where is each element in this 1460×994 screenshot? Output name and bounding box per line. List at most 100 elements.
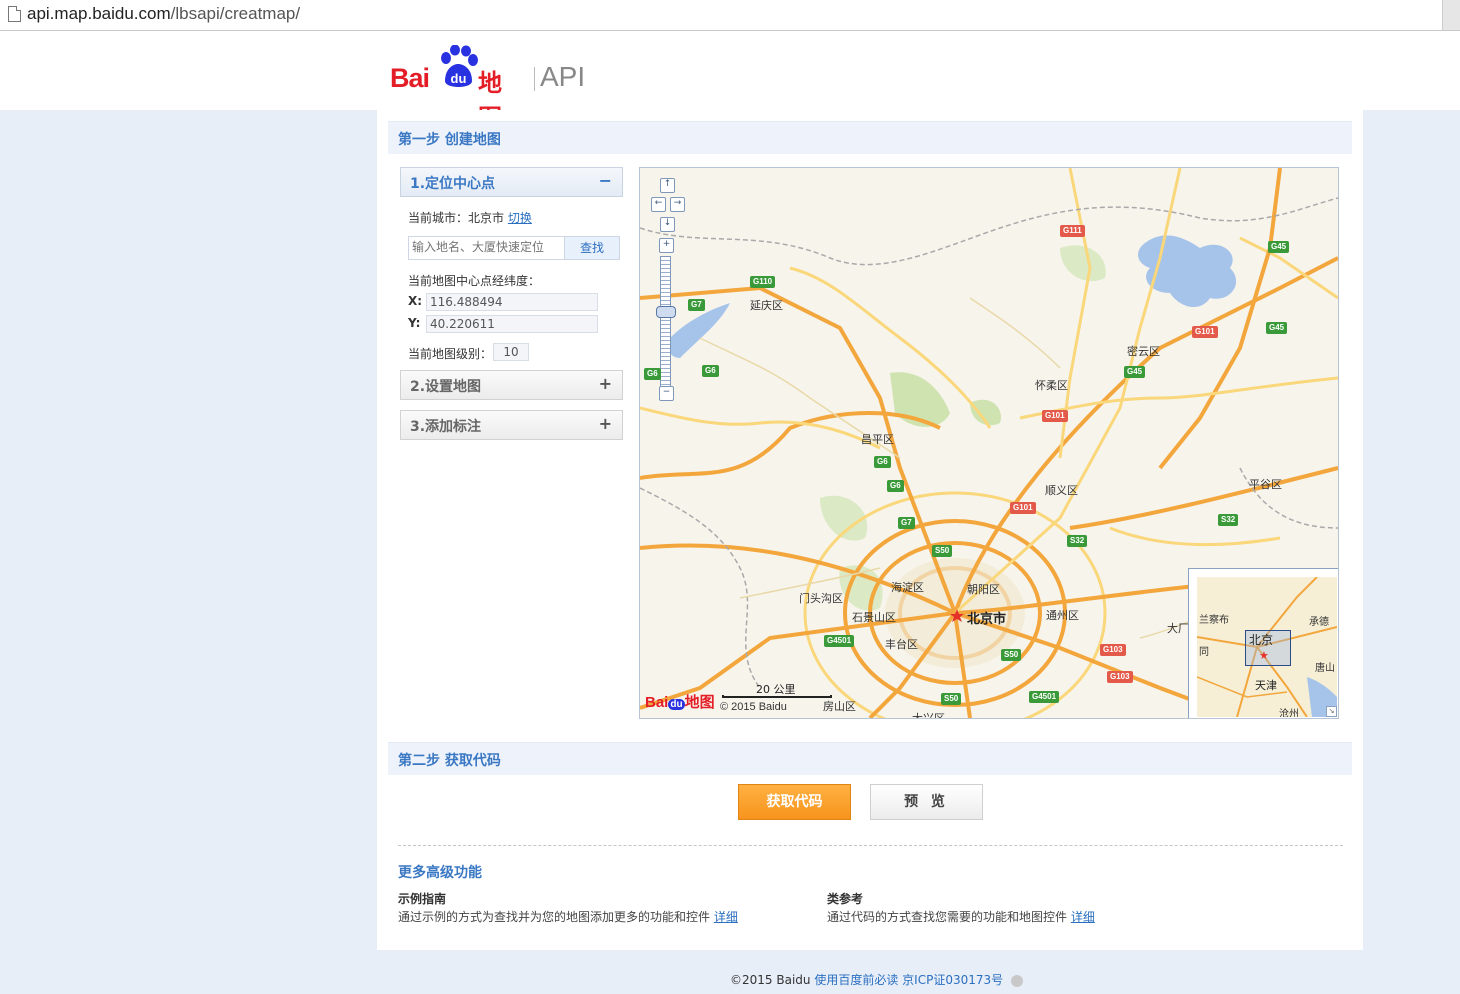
x-coordinate-field[interactable]: 116.488494 (426, 293, 598, 311)
search-button[interactable]: 查找 (564, 237, 619, 259)
guide-description: 通过示例的方式为查找并为您的地图添加更多的功能和控件 详细 (398, 908, 738, 925)
y-coordinate-field[interactable]: 40.220611 (426, 315, 598, 333)
overview-label: 同 (1199, 647, 1209, 658)
step2-title: 第二步 获取代码 (398, 753, 501, 769)
page-icon (8, 6, 21, 22)
map-logo-bai: Bai (645, 694, 669, 711)
scrollbar[interactable] (1442, 0, 1460, 30)
capital-star-icon: ★ (1259, 649, 1269, 662)
place-label: 石景山区 (852, 611, 896, 624)
expand-icon[interactable]: + (599, 414, 612, 433)
place-label: 密云区 (1127, 345, 1160, 358)
step1-bar: 第一步 创建地图 (388, 121, 1352, 154)
place-label: 平谷区 (1249, 478, 1282, 491)
place-label: 大兴区 (912, 712, 945, 719)
place-search: 查找 (408, 236, 620, 260)
road-shield: G101 (1010, 502, 1036, 514)
pan-left-button[interactable]: ← (651, 197, 666, 212)
zoom-slider-thumb[interactable] (656, 306, 676, 318)
place-label: 怀柔区 (1035, 379, 1068, 392)
url-text[interactable]: api.map.baidu.com/lbsapi/creatmap/ (27, 4, 300, 24)
pan-up-button[interactable]: ↑ (660, 178, 675, 193)
center-coords-label: 当前地图中心点经纬度： (408, 274, 541, 288)
map-scale: 20 公里 (722, 683, 832, 700)
place-label: 顺义区 (1045, 484, 1078, 497)
road-shield: G110 (750, 276, 776, 288)
paw-icon: du (441, 45, 478, 87)
page-footer: ©2015 Baidu 使用百度前必读 京ICP证030173号 (730, 971, 1023, 988)
road-shield: G101 (1192, 326, 1218, 338)
reference-title: 类参考 (827, 892, 864, 906)
road-shield: S50 (941, 693, 962, 705)
road-shield: G7 (898, 517, 915, 529)
road-shield: G6 (874, 456, 891, 468)
road-shield: G6 (702, 365, 719, 377)
logo-api: API (540, 61, 586, 92)
road-shield: S50 (1001, 649, 1022, 661)
place-label: 丰台区 (885, 638, 918, 651)
place-search-input[interactable] (410, 238, 562, 256)
get-code-button[interactable]: 获取代码 (738, 784, 851, 820)
road-shield: G103 (1100, 644, 1126, 656)
settings-sidebar: 1.定位中心点 − 当前城市：北京市 切换 查找 当前地图中心点经纬度： X: … (400, 167, 623, 440)
road-shield: G45 (1124, 366, 1146, 378)
road-shield: G4501 (1029, 691, 1060, 703)
switch-city-link[interactable]: 切换 (508, 211, 532, 225)
footer-copyright: ©2015 Baidu (730, 973, 811, 987)
reference-detail-link[interactable]: 详细 (1071, 910, 1095, 924)
zoom-level-label: 当前地图级别： (408, 347, 493, 361)
pan-right-button[interactable]: → (670, 197, 685, 212)
reference-description: 通过代码的方式查找您需要的功能和地图控件 详细 (827, 908, 1095, 925)
road-shield: S32 (1218, 514, 1239, 526)
expand-icon[interactable]: + (599, 374, 612, 393)
road-shield: G103 (1107, 671, 1133, 683)
url-path: /lbsapi/creatmap/ (170, 4, 301, 23)
reference-desc-text: 通过代码的方式查找您需要的功能和地图控件 (827, 910, 1068, 924)
place-label: 大厂 (1167, 622, 1189, 635)
map-canvas[interactable]: ↑ ← → ↓ + − G111 G45 G110 G7 G101 G45 G6… (639, 167, 1339, 719)
accordion-map-settings[interactable]: 2.设置地图 + (400, 370, 623, 400)
must-read-link[interactable]: 使用百度前必读 (814, 973, 898, 987)
overview-label: 北京 (1249, 633, 1274, 647)
road-shield: G101 (1042, 410, 1068, 422)
city-label-beijing: 北京市 (967, 612, 1007, 627)
zoom-slider-track[interactable] (660, 256, 671, 388)
preview-button[interactable]: 预 览 (870, 784, 983, 820)
map-copyright: © 2015 Baidu (720, 701, 787, 713)
logo-du: du (451, 71, 467, 86)
guide-detail-link[interactable]: 详细 (714, 910, 738, 924)
zoom-out-button[interactable]: − (659, 386, 674, 401)
overview-label: 沧州 (1279, 709, 1299, 717)
accordion-locate-label: 1.定位中心点 (410, 176, 496, 192)
place-label: 门头沟区 (799, 592, 843, 605)
browser-address-bar[interactable]: api.map.baidu.com/lbsapi/creatmap/ (0, 0, 1460, 31)
guide-title: 示例指南 (398, 892, 447, 906)
x-label: X: (408, 294, 423, 308)
road-shield: G6 (887, 480, 904, 492)
zoom-level-field[interactable]: 10 (493, 343, 529, 361)
place-label: 昌平区 (861, 433, 894, 446)
icp-link[interactable]: 京ICP证030173号 (902, 973, 1003, 987)
more-features-title: 更多高级功能 (398, 865, 482, 881)
collapse-icon[interactable]: − (599, 171, 612, 190)
zoom-in-button[interactable]: + (659, 238, 674, 253)
collapse-overview-icon[interactable]: ↘ (1326, 706, 1337, 717)
overview-label: 唐山 (1315, 663, 1335, 674)
place-label: 海淀区 (891, 581, 924, 594)
accordion-locate-center[interactable]: 1.定位中心点 − (400, 167, 623, 197)
road-shield: G6 (644, 368, 661, 380)
road-shield: G111 (1060, 225, 1085, 237)
overview-map[interactable]: 北京 ★ 兰察布 承德 同 唐山 天津 沧州 ↘ (1188, 568, 1338, 718)
current-city-row: 当前城市：北京市 切换 (408, 209, 532, 226)
pan-down-button[interactable]: ↓ (660, 217, 675, 232)
overview-label: 兰察布 (1199, 615, 1229, 626)
road-shield: G45 (1266, 322, 1288, 334)
step2-bar: 第二步 获取代码 (388, 742, 1352, 775)
step1-title: 第一步 创建地图 (398, 132, 501, 148)
logo-bai: Bai (390, 63, 430, 93)
y-label: Y: (408, 316, 421, 330)
overview-map-tiles: 北京 ★ 兰察布 承德 同 唐山 天津 沧州 (1197, 577, 1337, 717)
security-badge-icon[interactable] (1010, 974, 1023, 987)
road-shield: S50 (932, 545, 953, 557)
accordion-add-markers[interactable]: 3.添加标注 + (400, 410, 623, 440)
